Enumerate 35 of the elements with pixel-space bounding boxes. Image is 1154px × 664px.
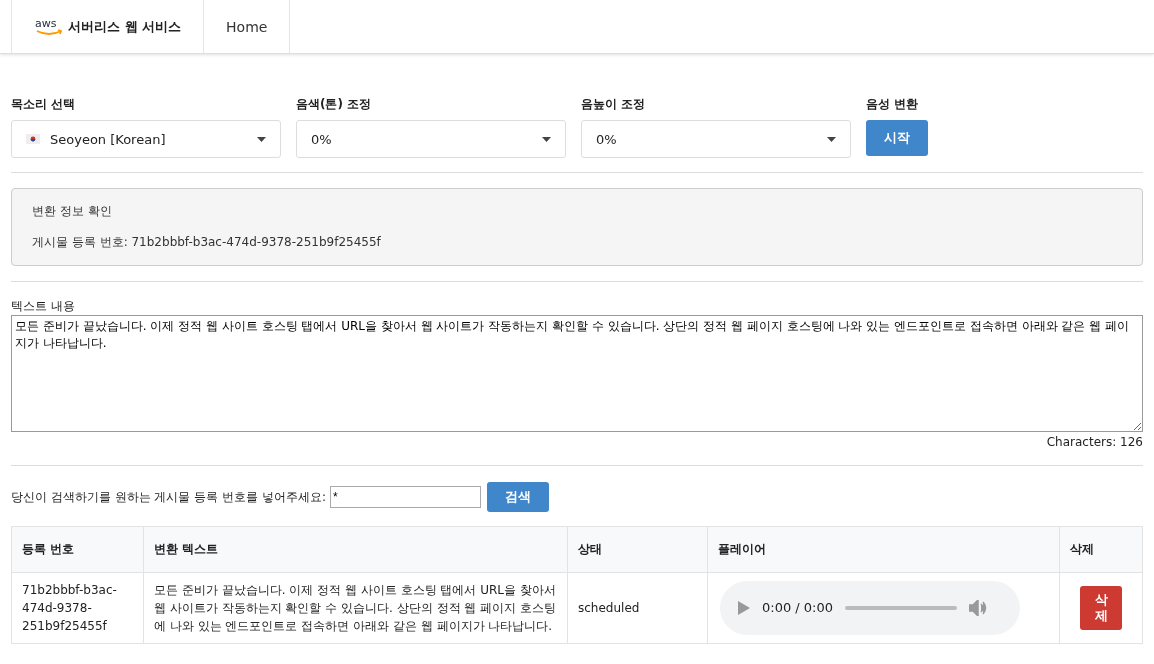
start-button[interactable]: 시작 (866, 120, 928, 156)
delete-button[interactable]: 삭제 (1080, 586, 1122, 630)
info-text: 게시물 등록 번호: 71b2bbbf-b3ac-474d-9378-251b9f25455f (32, 234, 382, 251)
field-label: 음성 변환 (866, 96, 920, 113)
caret-icon (542, 136, 551, 142)
text-area[interactable]: 모든 준비가 끝났습니다. 이제 정적 웹 사이트 호스팅 탭에서 URL을 찾아서 웹 사이트가 작동하는지 확인할 수 있습니다. 상단의 정적 웹 페이지 호스팅에 나와 있는 엔드포인트로 접속하면 아래와 같은 웹 페이지가 나타납니다. (11, 315, 1143, 432)
dropdown[interactable]: Seoyeon [Korean] (11, 120, 281, 158)
column-header: 플레이어 (707, 526, 1060, 573)
character-count: Characters: 126 (1045, 435, 1143, 449)
dropdown[interactable]: 0% (296, 120, 566, 158)
table-cell: 모든 준비가 끝났습니다. 이제 정적 웹 사이트 호스팅 탭에서 URL을 찾아서 웹 사이트가 작동하는지 확인할 수 있습니다. 상단의 정적 웹 페이지 호스팅에 나와 있는 엔드포인트로 접속하면 아래와 같은 웹 페이지가 나타납니다. (143, 572, 568, 644)
audio-time: 0:00 / 0:00 (762, 599, 834, 618)
column-header: 삭제 (1059, 526, 1143, 573)
field-label: 음색(톤) 조정 (296, 96, 373, 113)
nav-link[interactable]: Home (226, 18, 268, 35)
table-cell: scheduled (567, 572, 708, 644)
field-label: 텍스트 내용 (11, 298, 76, 315)
caret-icon (257, 136, 266, 142)
brand-name[interactable]: 서버리스 웹 서비스 (68, 17, 182, 36)
progress-track[interactable] (845, 606, 958, 610)
info-title: 변환 정보 확인 (32, 203, 113, 220)
dropdown[interactable]: 0% (581, 120, 851, 158)
search-button[interactable]: 검색 (486, 482, 549, 512)
field-label: 목소리 선택 (11, 96, 77, 113)
table-cell: 71b2bbbf-b3ac-474d-9378-251b9f25455f (11, 572, 144, 644)
search-field[interactable]: * (329, 486, 481, 508)
play-icon[interactable] (738, 601, 750, 615)
aws-logo: aws (34, 15, 64, 38)
field-label: 음높이 조정 (581, 96, 647, 113)
caret-icon (827, 136, 836, 142)
column-header: 변환 텍스트 (143, 526, 568, 573)
audio-player[interactable]: 0:00 / 0:00 (720, 581, 1020, 635)
column-header: 상태 (567, 526, 708, 573)
column-header: 등록 번호 (11, 526, 144, 573)
search-label: 당신이 검색하기를 원하는 게시물 등록 번호를 넣어주세요: (11, 488, 326, 506)
